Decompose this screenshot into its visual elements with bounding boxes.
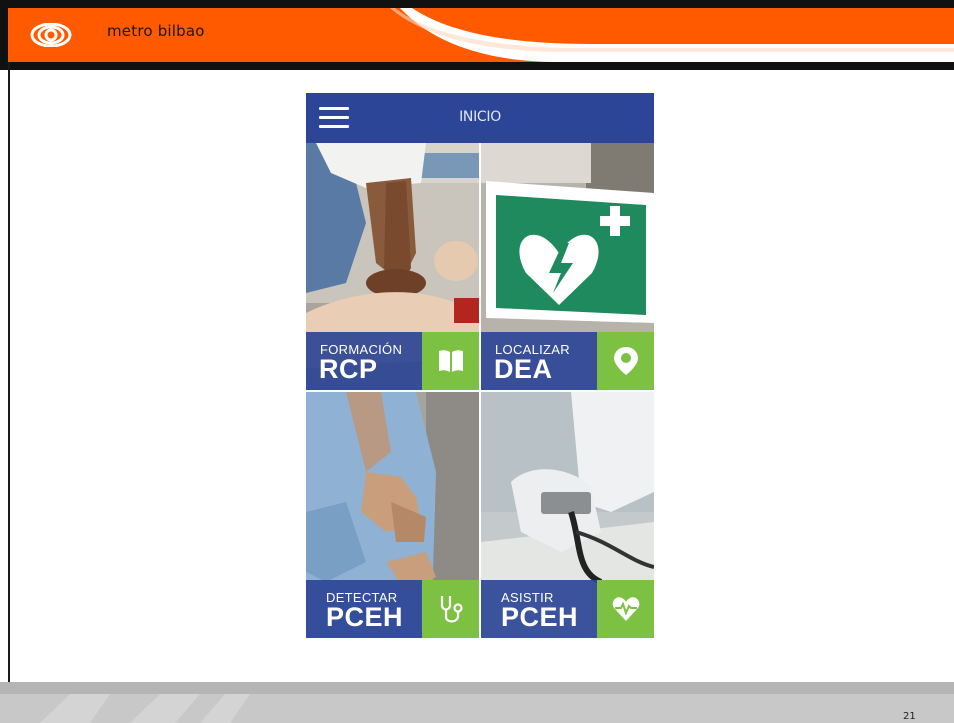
page-number: 21 [903, 711, 916, 722]
location-pin-icon-box [597, 332, 654, 390]
app-bar: INICIO [306, 93, 654, 143]
tile-big-label: PCEH [501, 602, 579, 632]
brand-name: metro bilbao [107, 22, 205, 40]
tile-formacion-rcp[interactable]: FORMACIÓN RCP [306, 143, 479, 390]
slide-header: metro bilbao [0, 0, 954, 70]
tile-label-band: DETECTAR PCEH [306, 580, 422, 638]
app-title: INICIO [459, 109, 501, 125]
slide-footer [0, 682, 954, 723]
slide-left-border [8, 62, 10, 682]
tile-asistir-pceh[interactable]: ASISTIR PCEH [481, 392, 654, 638]
footer-graphic [0, 682, 954, 723]
tile-big-label: DEA [494, 354, 553, 384]
header-left-border [0, 0, 8, 70]
tile-localizar-dea[interactable]: LOCALIZAR DEA [481, 143, 654, 390]
stethoscope-icon [440, 596, 463, 623]
heartbeat-icon-box [597, 580, 654, 638]
presentation-slide: metro bilbao INICIO FORMACIÓN RCP LOCALI… [0, 0, 954, 723]
location-pin-icon [614, 347, 638, 375]
book-icon [439, 350, 463, 372]
tile-big-label: PCEH [326, 602, 404, 632]
tile-label-band: LOCALIZAR DEA [481, 332, 597, 390]
app-screenshot: INICIO FORMACIÓN RCP LOCALIZAR DEA DETEC… [306, 93, 654, 638]
tile-label-band: FORMACIÓN RCP [306, 332, 422, 390]
stethoscope-icon-box [422, 580, 479, 638]
metro-bilbao-logo-icon [30, 23, 72, 47]
header-bottom-border [8, 62, 954, 70]
book-icon-box [422, 332, 479, 390]
tile-detectar-pceh[interactable]: DETECTAR PCEH [306, 392, 479, 638]
tile-big-label: RCP [319, 354, 378, 384]
heartbeat-icon [612, 597, 640, 621]
tile-label-band: ASISTIR PCEH [481, 580, 597, 638]
